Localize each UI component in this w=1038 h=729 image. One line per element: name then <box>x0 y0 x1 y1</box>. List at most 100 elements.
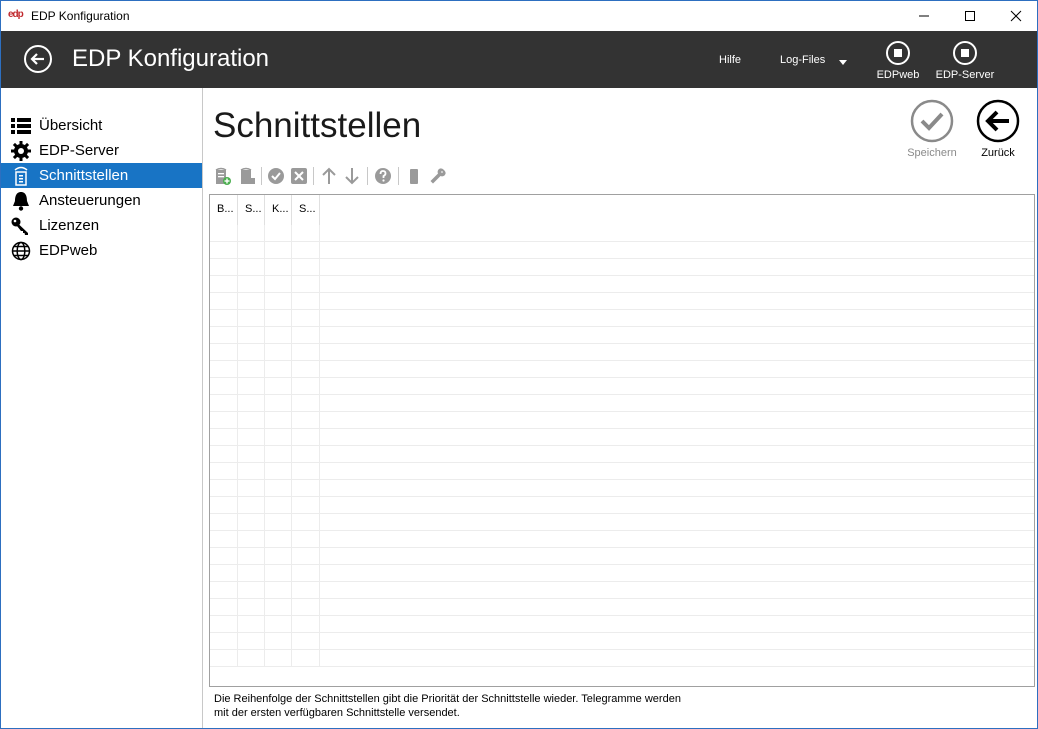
sidebar-item-label: Übersicht <box>39 117 103 134</box>
empty-cell <box>210 378 238 395</box>
save-label: Speichern <box>907 147 957 159</box>
empty-cell <box>265 582 292 599</box>
hint-line: mit der ersten verfügbaren Schnittstelle… <box>214 707 460 719</box>
disable-icon[interactable] <box>290 167 308 185</box>
back-button[interactable]: Zurück <box>968 99 1028 163</box>
empty-cell <box>238 310 265 327</box>
header-title: EDP Konfiguration <box>72 45 270 72</box>
empty-cell <box>210 276 238 293</box>
empty-row <box>210 497 1034 514</box>
empty-cell <box>238 480 265 497</box>
interfaces-table[interactable]: B... S... K... S... <box>209 194 1035 687</box>
empty-cell <box>292 242 320 259</box>
empty-row <box>210 514 1034 531</box>
sidebar-item-uebersicht[interactable]: Übersicht <box>1 113 202 138</box>
empty-cell <box>292 463 320 480</box>
sidebar-item-edp-server[interactable]: EDP-Server <box>1 138 202 163</box>
help-menu[interactable]: Hilfe <box>719 54 741 66</box>
edpweb-stop-button[interactable]: EDPweb <box>863 39 933 85</box>
empty-cell <box>265 480 292 497</box>
column-header[interactable]: B... <box>210 195 238 225</box>
empty-row <box>210 412 1034 429</box>
empty-row <box>210 480 1034 497</box>
sidebar-item-lizenzen[interactable]: Lizenzen <box>1 213 202 238</box>
empty-cell <box>292 429 320 446</box>
empty-cell <box>292 599 320 616</box>
empty-row <box>210 276 1034 293</box>
sidebar: Übersicht EDP-Server Schnittstellen Anst… <box>1 88 203 728</box>
globe-icon <box>11 241 31 261</box>
column-header[interactable]: K... <box>265 195 292 225</box>
empty-cell <box>210 514 238 531</box>
table-toolbar <box>212 164 512 186</box>
add-interface-icon[interactable] <box>214 167 232 185</box>
empty-cell <box>265 650 292 667</box>
empty-cell <box>238 650 265 667</box>
interface-icon <box>14 166 28 186</box>
empty-cell <box>292 344 320 361</box>
empty-cell <box>265 344 292 361</box>
toolbar-separator <box>313 167 314 185</box>
empty-cell <box>292 395 320 412</box>
empty-cell <box>210 225 238 242</box>
empty-cell <box>210 599 238 616</box>
back-label: Zurück <box>981 147 1015 159</box>
empty-cell <box>292 650 320 667</box>
empty-cell <box>265 310 292 327</box>
empty-cell <box>238 446 265 463</box>
empty-cell <box>265 565 292 582</box>
back-arrow-icon <box>24 45 52 73</box>
sidebar-item-schnittstellen[interactable]: Schnittstellen <box>1 163 202 188</box>
column-header[interactable]: S... <box>292 195 320 225</box>
empty-row <box>210 310 1034 327</box>
sidebar-item-label: Ansteuerungen <box>39 192 141 209</box>
move-up-icon[interactable] <box>320 167 338 185</box>
minimize-button[interactable] <box>901 1 947 31</box>
device-icon[interactable] <box>405 167 423 185</box>
logfiles-menu[interactable]: Log-Files <box>780 54 825 66</box>
empty-cell <box>238 616 265 633</box>
sidebar-item-edpweb[interactable]: EDPweb <box>1 238 202 263</box>
close-button[interactable] <box>993 1 1037 31</box>
chevron-down-icon <box>839 60 847 65</box>
sidebar-item-ansteuerungen[interactable]: Ansteuerungen <box>1 188 202 213</box>
list-icon <box>11 118 31 134</box>
empty-cell <box>238 276 265 293</box>
app-window: edp EDP Konfiguration EDP Konfiguration … <box>0 0 1038 729</box>
bell-icon <box>13 192 29 211</box>
help-icon[interactable] <box>374 167 392 185</box>
empty-cell <box>210 344 238 361</box>
gear-icon <box>11 141 31 161</box>
empty-cell <box>210 497 238 514</box>
stop-icon <box>886 41 910 65</box>
empty-row <box>210 378 1034 395</box>
wrench-icon[interactable] <box>429 167 447 185</box>
main-content: Schnittstellen Speichern Zurück B... S..… <box>204 88 1037 728</box>
empty-cell <box>292 582 320 599</box>
empty-cell <box>292 412 320 429</box>
empty-cell <box>265 599 292 616</box>
empty-cell <box>292 259 320 276</box>
empty-cell <box>238 378 265 395</box>
column-header[interactable]: S... <box>238 195 265 225</box>
empty-cell <box>210 242 238 259</box>
header-back-button[interactable] <box>23 44 53 74</box>
empty-cell <box>238 259 265 276</box>
empty-cell <box>210 480 238 497</box>
save-button[interactable]: Speichern <box>902 99 962 163</box>
empty-row <box>210 633 1034 650</box>
empty-cell <box>265 395 292 412</box>
empty-row <box>210 259 1034 276</box>
move-down-icon[interactable] <box>343 167 361 185</box>
edit-interface-icon[interactable] <box>238 167 256 185</box>
empty-cell <box>210 412 238 429</box>
maximize-button[interactable] <box>947 1 993 31</box>
empty-cell <box>210 429 238 446</box>
title-bar: edp EDP Konfiguration <box>1 0 1037 31</box>
sidebar-item-label: Lizenzen <box>39 217 100 234</box>
empty-cell <box>292 514 320 531</box>
edpserver-stop-button[interactable]: EDP-Server <box>930 39 1000 85</box>
empty-cell <box>210 446 238 463</box>
enable-icon[interactable] <box>267 167 285 185</box>
table-body <box>210 225 1034 667</box>
